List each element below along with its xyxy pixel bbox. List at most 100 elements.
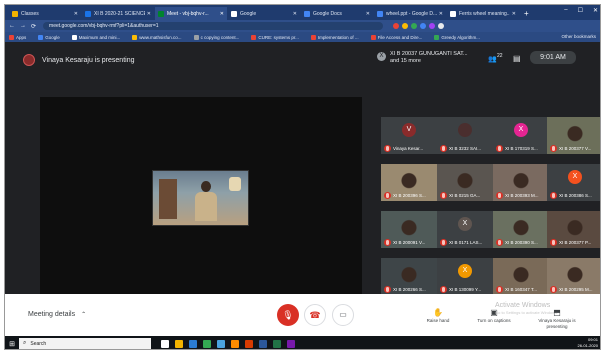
notification-avatar: X bbox=[377, 52, 386, 61]
bookmark-label: File Access and Dire... bbox=[377, 34, 423, 40]
new-tab-button[interactable]: + bbox=[524, 7, 529, 20]
mic-muted-icon bbox=[440, 192, 447, 199]
screen: Classes ✕ XI B 2020-21 SCIENCE ✕ Meet - vbj-… bbox=[4, 4, 601, 350]
participant-tile[interactable]: XI B 160347 T... bbox=[493, 258, 549, 295]
word-icon[interactable] bbox=[259, 339, 267, 348]
participant-tile[interactable]: XI B 200377 P... bbox=[547, 211, 600, 248]
browser-tab[interactable]: XI B 2020-21 SCIENCE ✕ bbox=[82, 7, 154, 20]
extension-icons bbox=[393, 23, 445, 29]
bookmark-item[interactable]: Maximum and mini... bbox=[71, 34, 121, 40]
windows-start-icon[interactable]: ⊞ bbox=[5, 340, 19, 348]
forward-arrow-icon[interactable]: → bbox=[20, 23, 26, 29]
slides-icon bbox=[377, 10, 383, 17]
bookmark-item[interactable]: Google bbox=[38, 34, 60, 40]
extension-icon[interactable] bbox=[393, 23, 400, 29]
close-tab-icon[interactable]: ✕ bbox=[439, 11, 443, 17]
close-tab-icon[interactable]: ✕ bbox=[220, 11, 224, 17]
presenting-button[interactable]: ⬒ Vinaya Kesaraju is presenting bbox=[532, 308, 582, 330]
participant-name: XI B 160347 T... bbox=[505, 287, 537, 292]
browser-tab[interactable]: wheel.ppt - Google D... ✕ bbox=[374, 7, 446, 20]
bookmark-favicon-icon bbox=[193, 34, 199, 40]
tab-label: Google Docs bbox=[313, 10, 342, 17]
bookmark-label: Maximum and mini... bbox=[78, 34, 121, 40]
mic-muted-icon bbox=[550, 239, 557, 246]
participant-tile[interactable]: XI B 3232 SAI... bbox=[437, 117, 493, 154]
participant-tile[interactable]: X XI B 130099 Y... bbox=[437, 258, 493, 295]
people-icon[interactable]: 👥 bbox=[488, 55, 497, 63]
mic-muted-icon bbox=[440, 239, 447, 246]
raise-hand-button[interactable]: ✋ Raise hand bbox=[415, 308, 461, 324]
extension-icon[interactable] bbox=[411, 23, 418, 29]
participant-tile[interactable]: XI B 200266 S... bbox=[381, 258, 437, 295]
file-explorer-icon[interactable] bbox=[175, 339, 183, 348]
maximize-button[interactable]: ☐ bbox=[578, 7, 583, 14]
extension-icon[interactable] bbox=[420, 23, 427, 29]
close-tab-icon[interactable]: ✕ bbox=[147, 11, 151, 17]
participant-tile[interactable]: XI B 200390 S... bbox=[493, 211, 549, 248]
mic-muted-icon bbox=[384, 239, 391, 246]
classroom-icon bbox=[12, 10, 18, 17]
participant-tile[interactable]: V Vinaya Kesar... bbox=[381, 117, 437, 154]
participant-tile[interactable]: X XI B 0171 LAS... bbox=[437, 211, 493, 248]
bookmark-label: c copying content... bbox=[200, 34, 240, 40]
chrome-icon[interactable] bbox=[203, 339, 211, 348]
participant-tile[interactable]: XI B 200377 V... bbox=[547, 117, 600, 154]
taskbar-search[interactable]: ⌕ Search bbox=[19, 337, 151, 349]
mic-muted-icon bbox=[496, 239, 503, 246]
back-arrow-icon[interactable]: ← bbox=[9, 23, 15, 29]
participant-tile[interactable]: XI B 200295 M... bbox=[547, 258, 600, 295]
bookmark-item[interactable]: Implementation of ... bbox=[310, 34, 359, 40]
task-view-icon[interactable] bbox=[161, 339, 169, 348]
bookmark-item[interactable]: www.mathsisfun.co... bbox=[132, 34, 182, 40]
bookmark-favicon-icon bbox=[71, 34, 77, 40]
minimize-button[interactable]: – bbox=[564, 7, 567, 14]
bookmark-item[interactable]: CURE: systems pr... bbox=[251, 34, 299, 40]
participant-tile[interactable]: XI B 200396 S... bbox=[381, 164, 437, 201]
mic-off-button[interactable]: 🎙 bbox=[277, 304, 299, 326]
other-bookmarks[interactable]: Other bookmarks bbox=[561, 34, 596, 39]
close-tab-icon[interactable]: ✕ bbox=[293, 11, 297, 17]
browser-tab[interactable]: Ferris wheel meaning... ✕ bbox=[447, 7, 519, 20]
close-tab-icon[interactable]: ✕ bbox=[366, 11, 370, 17]
system-tray[interactable]: 09:01 26-01-2020 bbox=[578, 337, 598, 349]
participant-tile[interactable]: X XI B 170319 S... bbox=[493, 117, 549, 154]
app-icon[interactable] bbox=[231, 339, 239, 348]
bookmark-item[interactable]: File Access and Dire... bbox=[370, 34, 423, 40]
close-tab-icon[interactable]: ✕ bbox=[74, 11, 78, 17]
bookmark-label: Implementation of ... bbox=[317, 34, 359, 40]
end-call-button[interactable]: ☎ bbox=[304, 304, 326, 326]
store-icon[interactable] bbox=[217, 339, 225, 348]
close-window-button[interactable]: ✕ bbox=[593, 7, 598, 14]
onenote-icon[interactable] bbox=[287, 339, 295, 348]
participant-tile[interactable]: XI B 0215 GA... bbox=[437, 164, 493, 201]
profile-avatar[interactable] bbox=[438, 23, 445, 29]
bookmark-item[interactable]: Apps bbox=[9, 34, 26, 40]
mic-muted-icon bbox=[550, 145, 557, 152]
people-count: 22 bbox=[497, 53, 503, 59]
extension-icon[interactable] bbox=[402, 23, 409, 29]
browser-tab[interactable]: Google Docs ✕ bbox=[301, 7, 373, 20]
participant-tile[interactable]: X XI B 200386 S... bbox=[547, 164, 600, 201]
participant-tile[interactable]: XI B 200091 V... bbox=[381, 211, 437, 248]
url-input[interactable]: meet.google.com/vbj-bqhv-rmf?pli=1&authu… bbox=[43, 22, 384, 30]
taskbar-apps bbox=[161, 339, 295, 348]
reload-icon[interactable]: ⟳ bbox=[31, 23, 36, 30]
camera-button[interactable]: ▭ bbox=[332, 304, 354, 326]
excel-icon[interactable] bbox=[273, 339, 281, 348]
bookmark-item[interactable]: Greedy Algorithm... bbox=[434, 34, 480, 40]
chat-icon[interactable]: ▤ bbox=[513, 54, 521, 63]
browser-tab[interactable]: Meet - vbj-bqhv-r... ✕ bbox=[155, 7, 227, 20]
participant-tile[interactable]: XI B 200393 M... bbox=[493, 164, 549, 201]
bookmark-favicon-icon bbox=[370, 34, 376, 40]
close-tab-icon[interactable]: ✕ bbox=[512, 11, 516, 17]
avatar bbox=[458, 123, 472, 137]
bookmark-item[interactable]: c copying content... bbox=[193, 34, 240, 40]
extension-icon[interactable] bbox=[429, 23, 436, 29]
browser-tab[interactable]: Google ✕ bbox=[228, 7, 300, 20]
edge-icon[interactable] bbox=[189, 339, 197, 348]
meeting-details-button[interactable]: Meeting details ⌃ bbox=[28, 311, 86, 318]
mic-muted-icon bbox=[384, 192, 391, 199]
bookshelf bbox=[159, 179, 177, 219]
browser-tab[interactable]: Classes ✕ bbox=[9, 7, 81, 20]
powerpoint-icon[interactable] bbox=[245, 339, 253, 348]
